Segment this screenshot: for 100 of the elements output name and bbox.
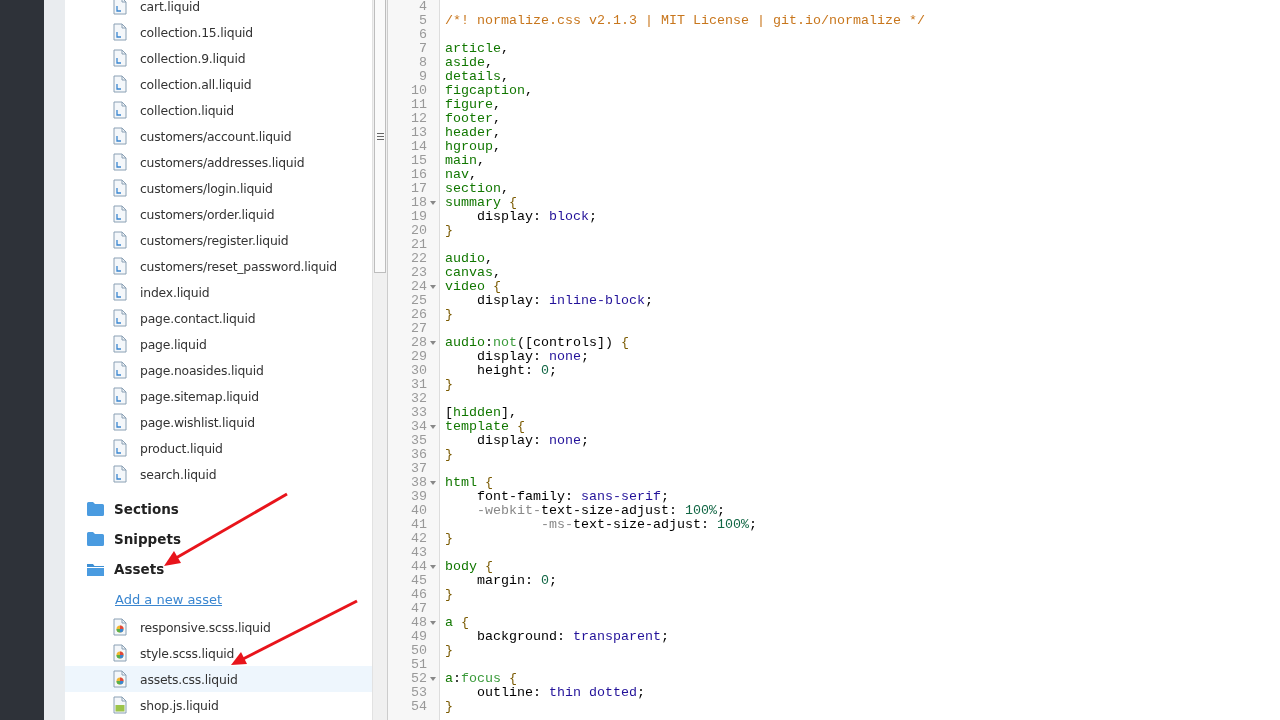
file-name[interactable]: customers/account.liquid [140,128,292,144]
code-line: template { [445,420,525,434]
scrollbar-thumb[interactable] [374,0,386,273]
line-number: 16 [410,168,427,182]
file-name[interactable]: assets.css.liquid [140,671,238,687]
liquid-file-icon [113,231,127,249]
line-number: 35 [410,434,427,448]
file-name[interactable]: collection.liquid [140,102,234,118]
liquid-file-icon [113,387,127,405]
code-line: [hidden], [445,406,517,420]
liquid-file-icon [113,335,127,353]
code-line: background: transparent; [476,630,669,644]
line-number: 25 [410,294,427,308]
file-name[interactable]: collection.15.liquid [140,24,253,40]
code-line: /*! normalize.css v2.1.3 | MIT License | git.io/normalize */ [445,14,925,28]
line-number: 36 [410,448,427,462]
code-line: display: block; [476,210,597,224]
line-number: 48 [410,616,427,630]
code-line: figcaption, [445,84,533,98]
selected-file-row[interactable]: assets.css.liquid [65,666,372,692]
line-number: 28 [410,336,427,350]
code-line: font-family: sans-serif; [476,490,669,504]
file-name[interactable]: customers/order.liquid [140,206,275,222]
line-number: 24 [410,280,427,294]
line-number: 14 [410,140,427,154]
code-line: } [445,224,453,238]
code-line: display: inline-block; [476,294,653,308]
code-line: body { [445,560,493,574]
file-name[interactable]: index.liquid [140,284,210,300]
line-number: 45 [410,574,427,588]
stylesheet-file-icon [113,670,127,688]
file-name[interactable]: responsive.scss.liquid [140,619,271,635]
line-number: 41 [410,518,427,532]
folder-name[interactable]: Sections [114,501,179,517]
line-number: 53 [410,686,427,700]
code-line: height: 0; [476,364,557,378]
line-number: 18 [410,196,427,210]
code-line: hgroup, [445,140,501,154]
folder-icon [87,502,104,516]
file-name[interactable]: page.noasides.liquid [140,362,264,378]
code-line: } [445,308,453,322]
folder-name[interactable]: Snippets [114,531,181,547]
liquid-file-icon [113,101,127,119]
fold-arrow-icon[interactable] [430,285,436,289]
file-name[interactable]: page.liquid [140,336,207,352]
liquid-file-icon [113,49,127,67]
line-number: 50 [410,644,427,658]
code-line: figure, [445,98,501,112]
fold-arrow-icon[interactable] [430,201,436,205]
code-line: margin: 0; [476,574,557,588]
file-name[interactable]: collection.all.liquid [140,76,252,92]
javascript-file-icon [113,696,127,714]
file-name[interactable]: style.scss.liquid [140,645,235,661]
line-number: 44 [410,560,427,574]
file-name[interactable]: page.sitemap.liquid [140,388,259,404]
fold-arrow-icon[interactable] [430,621,436,625]
code-line: outline: thin dotted; [476,686,645,700]
line-number: 15 [410,154,427,168]
file-name[interactable]: cart.liquid [140,0,200,14]
code-line: a:focus { [445,672,517,686]
fold-arrow-icon[interactable] [430,341,436,345]
line-number: 8 [418,56,427,70]
code-line: } [445,588,453,602]
fold-arrow-icon[interactable] [430,677,436,681]
open-folder-icon [87,562,104,576]
line-number: 7 [418,42,427,56]
line-number: 26 [410,308,427,322]
code-line: audio, [445,252,493,266]
line-number: 6 [418,28,427,42]
code-line: article, [445,42,509,56]
liquid-file-icon [113,439,127,457]
code-line: display: none; [476,350,589,364]
code-line: aside, [445,56,493,70]
liquid-file-icon [113,127,127,145]
file-name[interactable]: customers/reset_password.liquid [140,258,338,274]
add-asset-link[interactable]: Add a new asset [115,591,222,607]
liquid-file-icon [113,75,127,93]
file-name[interactable]: page.wishlist.liquid [140,414,255,430]
liquid-file-icon [113,413,127,431]
fold-arrow-icon[interactable] [430,481,436,485]
liquid-file-icon [113,309,127,327]
line-number: 37 [410,462,427,476]
file-name[interactable]: search.liquid [140,466,217,482]
line-number: 42 [410,532,427,546]
fold-arrow-icon[interactable] [430,425,436,429]
fold-arrow-icon[interactable] [430,565,436,569]
stylesheet-file-icon [113,618,127,636]
file-name[interactable]: page.contact.liquid [140,310,256,326]
file-name[interactable]: customers/register.liquid [140,232,289,248]
stylesheet-file-icon [113,644,127,662]
line-number: 27 [410,322,427,336]
file-name[interactable]: customers/login.liquid [140,180,273,196]
file-name[interactable]: customers/addresses.liquid [140,154,305,170]
file-name[interactable]: product.liquid [140,440,223,456]
file-name[interactable]: shop.js.liquid [140,697,219,713]
file-name[interactable]: collection.9.liquid [140,50,246,66]
code-line: html { [445,476,493,490]
folder-icon [87,532,104,546]
line-number: 49 [410,630,427,644]
folder-name[interactable]: Assets [114,561,165,577]
